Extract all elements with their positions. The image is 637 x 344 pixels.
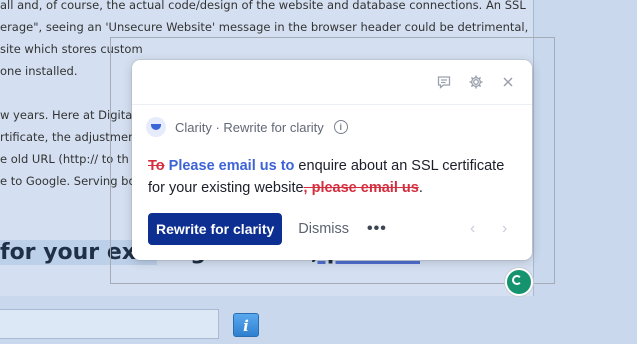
more-options-button[interactable]: ••• — [367, 220, 387, 238]
doc-line: all and, of course, the actual code/desi… — [0, 0, 526, 12]
card-toolbar — [132, 60, 532, 105]
next-suggestion-icon[interactable]: › — [502, 221, 516, 237]
card-actions: Rewrite for clarity Dismiss ••• — [148, 213, 387, 245]
info-button[interactable]: i — [233, 313, 259, 337]
suggestion-text: To Please email us to enquire about an S… — [148, 155, 520, 199]
dismiss-button[interactable]: Dismiss — [298, 221, 349, 237]
close-icon[interactable] — [500, 74, 516, 90]
deleted-word: To — [148, 158, 165, 174]
deleted-phrase: , please email us — [303, 180, 419, 196]
comment-icon[interactable] — [436, 74, 452, 90]
rewrite-button[interactable]: Rewrite for clarity — [148, 213, 283, 245]
suggestion-card: Clarity · Rewrite for clarity i To Pleas… — [132, 60, 532, 260]
grammarly-badge-icon[interactable] — [505, 268, 533, 296]
doc-line: erage", seeing an 'Unsecure Website' mes… — [0, 20, 530, 34]
inserted-text: Please email us to — [168, 158, 295, 174]
previous-suggestion-icon[interactable]: ‹ — [470, 221, 484, 237]
suggestion-end: . — [418, 180, 423, 196]
suggestion-header: Clarity · Rewrite for clarity i — [146, 116, 348, 138]
suggestion-type: Clarity · Rewrite for clarity — [175, 119, 324, 135]
info-icon[interactable]: i — [333, 120, 348, 134]
clarity-logo-icon — [146, 117, 166, 137]
bottom-text-field[interactable] — [0, 309, 219, 339]
gear-icon[interactable] — [468, 74, 484, 90]
